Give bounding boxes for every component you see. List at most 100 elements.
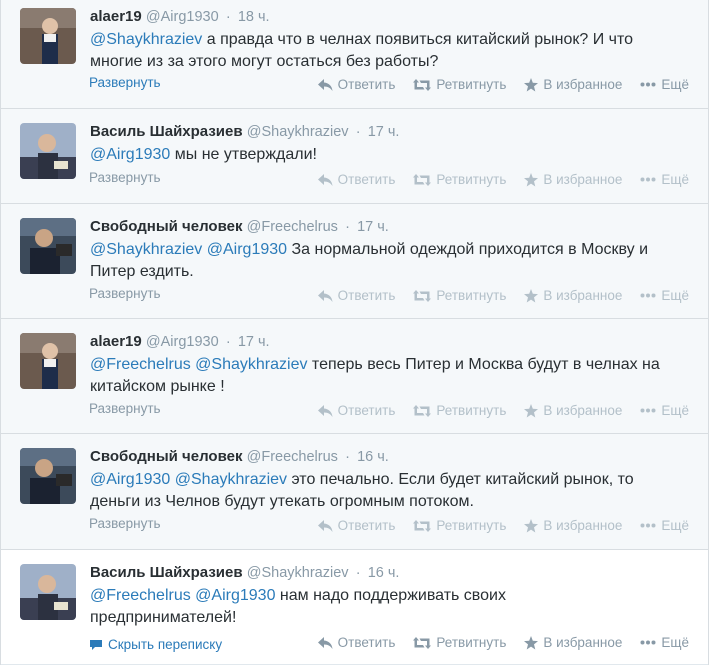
- more-button[interactable]: Ещё: [640, 288, 689, 303]
- mention-link[interactable]: @Shaykhraziev: [90, 241, 202, 258]
- reply-icon: [317, 289, 333, 302]
- mention-link[interactable]: @Airg1930: [207, 241, 287, 258]
- tweet-text: @Shaykhraziev а правда что в челнах появ…: [90, 29, 690, 73]
- hide-conversation-link[interactable]: Скрыть переписку: [89, 637, 222, 654]
- favorite-label: В избранное: [543, 172, 623, 187]
- more-dots-icon: [640, 523, 656, 528]
- user-name[interactable]: alaer19: [90, 8, 142, 25]
- favorite-button[interactable]: В избранное: [524, 635, 622, 650]
- tweet-item[interactable]: Свободный человек @Freechelrus · 17 ч. @…: [1, 204, 708, 319]
- avatar[interactable]: [20, 8, 76, 64]
- retweet-button[interactable]: Ретвитнуть: [413, 403, 506, 418]
- reply-label: Ответить: [337, 77, 396, 92]
- retweet-button[interactable]: Ретвитнуть: [413, 77, 506, 92]
- mention-link[interactable]: @Shaykhraziev: [175, 471, 287, 488]
- timestamp[interactable]: 17 ч.: [368, 124, 400, 140]
- more-label: Ещё: [661, 518, 689, 533]
- separator-dot: ·: [355, 124, 361, 140]
- tweet-text-part: деньги из Челнов будут утекать огромным …: [90, 493, 474, 510]
- timestamp[interactable]: 16 ч.: [368, 565, 400, 581]
- tweet-header: Василь Шайхразиев @Shaykhraziev · 16 ч.: [90, 564, 399, 581]
- favorite-label: В избранное: [543, 403, 623, 418]
- user-handle[interactable]: @Shaykhraziev: [247, 565, 349, 581]
- more-button[interactable]: Ещё: [640, 518, 689, 533]
- more-button[interactable]: Ещё: [640, 635, 689, 650]
- user-handle[interactable]: @Freechelrus: [247, 449, 338, 465]
- user-name[interactable]: Василь Шайхразиев: [90, 123, 243, 140]
- tweet-item[interactable]: Василь Шайхразиев @Shaykhraziev · 17 ч. …: [1, 109, 708, 204]
- star-icon: [524, 172, 539, 186]
- star-icon: [524, 288, 539, 302]
- retweet-label: Ретвитнуть: [436, 77, 507, 92]
- avatar[interactable]: [20, 123, 76, 179]
- favorite-label: В избранное: [543, 518, 623, 533]
- user-name[interactable]: Свободный человек: [90, 448, 242, 465]
- retweet-label: Ретвитнуть: [436, 635, 507, 650]
- reply-button[interactable]: Ответить: [317, 77, 396, 92]
- reply-button[interactable]: Ответить: [317, 403, 395, 418]
- more-button[interactable]: Ещё: [640, 403, 689, 418]
- favorite-button[interactable]: В избранное: [524, 77, 622, 92]
- avatar[interactable]: [20, 448, 76, 504]
- tweet-item[interactable]: alaer19 @Airg1930 · 17 ч. @Freechelrus @…: [1, 319, 708, 434]
- separator-dot: ·: [225, 334, 231, 350]
- reply-label: Ответить: [337, 172, 396, 187]
- more-dots-icon: [640, 177, 656, 182]
- timestamp[interactable]: 17 ч.: [357, 219, 389, 235]
- tweet-text-part: это печально. Если будет китайский рынок…: [287, 471, 634, 488]
- reply-button[interactable]: Ответить: [317, 635, 395, 650]
- reply-button[interactable]: Ответить: [317, 172, 396, 187]
- expand-link[interactable]: Развернуть: [89, 516, 161, 531]
- conversation-thread: alaer19 @Airg1930 · 18 ч. @Shaykhraziev …: [0, 0, 709, 665]
- avatar[interactable]: [20, 218, 76, 274]
- tweet-text-part: китайском рынке !: [90, 378, 225, 395]
- timestamp[interactable]: 17 ч.: [238, 334, 270, 350]
- retweet-icon: [413, 636, 432, 649]
- tweet-item[interactable]: Свободный человек @Freechelrus · 16 ч. @…: [1, 434, 708, 550]
- favorite-button[interactable]: В избранное: [524, 518, 622, 533]
- mention-link[interactable]: @Airg1930: [90, 146, 170, 163]
- mention-link[interactable]: @Freechelrus: [90, 587, 191, 604]
- avatar[interactable]: [20, 564, 76, 620]
- mention-link[interactable]: @Airg1930: [195, 587, 275, 604]
- tweet-item[interactable]: alaer19 @Airg1930 · 18 ч. @Shaykhraziev …: [1, 0, 708, 109]
- more-label: Ещё: [661, 635, 689, 650]
- user-name[interactable]: Василь Шайхразиев: [90, 564, 243, 581]
- mention-link[interactable]: @Freechelrus: [90, 356, 191, 373]
- more-button[interactable]: Ещё: [640, 77, 689, 92]
- user-handle[interactable]: @Shaykhraziev: [247, 124, 349, 140]
- expand-link[interactable]: Развернуть: [89, 170, 161, 185]
- reply-icon: [317, 404, 333, 417]
- retweet-button[interactable]: Ретвитнуть: [413, 518, 506, 533]
- mention-link[interactable]: @Shaykhraziev: [90, 31, 202, 48]
- user-name[interactable]: alaer19: [90, 333, 142, 350]
- favorite-label: В избранное: [543, 288, 623, 303]
- more-label: Ещё: [661, 172, 689, 187]
- favorite-button[interactable]: В избранное: [524, 403, 622, 418]
- mention-link[interactable]: @Airg1930: [90, 471, 170, 488]
- favorite-button[interactable]: В избранное: [524, 288, 622, 303]
- tweet-text-part: нам надо поддерживать своих: [275, 587, 506, 604]
- expand-link[interactable]: Развернуть: [89, 401, 161, 416]
- tweet-text-part: а правда что в челнах появиться китайски…: [202, 31, 634, 48]
- user-handle[interactable]: @Airg1930: [146, 334, 219, 350]
- mention-link[interactable]: @Shaykhraziev: [195, 356, 307, 373]
- tweet-item[interactable]: Василь Шайхразиев @Shaykhraziev · 16 ч. …: [1, 550, 708, 665]
- retweet-button[interactable]: Ретвитнуть: [413, 635, 506, 650]
- retweet-button[interactable]: Ретвитнуть: [413, 172, 506, 187]
- favorite-button[interactable]: В избранное: [524, 172, 622, 187]
- user-handle[interactable]: @Airg1930: [146, 9, 219, 25]
- more-button[interactable]: Ещё: [640, 172, 689, 187]
- reply-button[interactable]: Ответить: [317, 518, 395, 533]
- tweet-text: @Airg1930 @Shaykhraziev это печально. Ес…: [90, 469, 690, 513]
- user-handle[interactable]: @Freechelrus: [247, 219, 338, 235]
- timestamp[interactable]: 18 ч.: [238, 9, 270, 25]
- retweet-button[interactable]: Ретвитнуть: [413, 288, 506, 303]
- avatar[interactable]: [20, 333, 76, 389]
- expand-link[interactable]: Развернуть: [89, 286, 161, 301]
- timestamp[interactable]: 16 ч.: [357, 449, 389, 465]
- reply-button[interactable]: Ответить: [317, 288, 395, 303]
- more-dots-icon: [640, 640, 656, 645]
- user-name[interactable]: Свободный человек: [90, 218, 242, 235]
- expand-link[interactable]: Развернуть: [89, 75, 161, 90]
